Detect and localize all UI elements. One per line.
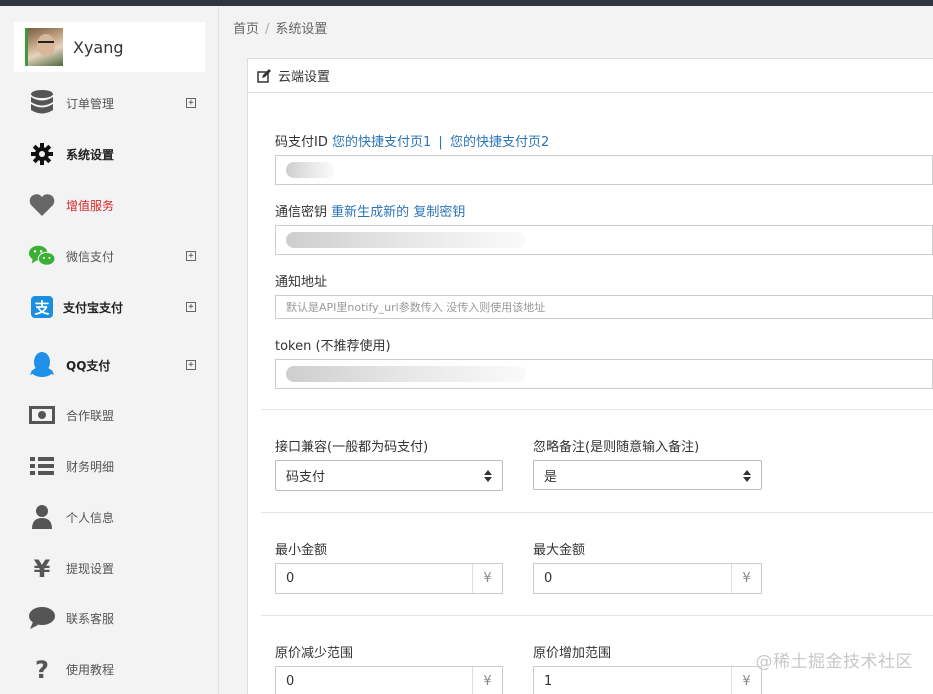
sidebar-item-label: 微信支付 [66,249,115,264]
sidebar-item-label: 支付宝支付 [63,300,124,315]
copy-secret-link[interactable]: 复制密钥 [413,205,465,220]
increase-range-value: 1 [544,674,553,689]
svg-text:?: ? [35,656,49,682]
sidebar-item-profile[interactable]: 个人信息 [0,492,219,542]
increase-range-label: 原价增加范围 [533,646,612,661]
notify-url-input[interactable]: 默认是API里notify_url参数传入 没传入则使用该地址 [275,295,933,319]
regenerate-secret-link[interactable]: 重新生成新的 [331,205,409,220]
sidebar-item-alliance[interactable]: 合作联盟 [0,390,219,440]
min-amount-input[interactable]: 0 ¥ [275,563,503,594]
edit-icon [257,68,271,83]
yen-icon: ¥ [28,554,56,582]
watermark: @稀土掘金技术社区 [755,652,913,672]
avatar [25,28,63,66]
sidebar-item-wechat-pay[interactable]: 微信支付 + [0,231,219,281]
redacted-value [286,162,334,178]
wechat-icon [28,242,56,270]
increase-range-input[interactable]: 1 ¥ [533,666,762,694]
sidebar-item-label: 提现设置 [66,561,115,576]
expand-icon[interactable]: + [186,302,196,312]
sidebar-item-label: 订单管理 [66,96,115,111]
breadcrumb-home[interactable]: 首页 [233,22,259,37]
ignore-note-select[interactable]: 是 [533,460,762,490]
ignore-note-select-value: 是 [544,469,558,485]
select-arrows-icon [743,470,751,482]
ignore-note-label: 忽略备注(是则随意输入备注) [533,440,700,455]
panel-title: 云端设置 [278,70,331,85]
secret-input[interactable] [275,225,933,255]
svg-text:支: 支 [33,299,50,317]
min-amount-value: 0 [286,571,295,586]
database-icon [28,89,56,117]
sidebar-item-label: 增值服务 [66,198,115,213]
divider [261,512,933,513]
max-amount-value: 0 [544,571,553,586]
yen-addon: ¥ [731,564,761,593]
user-card[interactable]: Xyang [14,22,205,72]
expand-icon[interactable]: + [186,251,196,261]
select-arrows-icon [484,470,492,482]
secret-label: 通信密钥 重新生成新的 复制密钥 [275,205,466,220]
user-name: Xyang [73,37,124,57]
compat-label: 接口兼容(一般都为码支付) [275,440,429,455]
panel-header: 云端设置 [248,59,933,93]
breadcrumb-separator: / [265,22,270,37]
sidebar-item-support[interactable]: 联系客服 [0,593,219,643]
sidebar-item-label: 财务明细 [66,459,115,474]
alipay-icon: 支 [28,293,56,321]
pay-id-input[interactable] [275,155,933,185]
heart-icon [28,191,56,219]
min-amount-label: 最小金额 [275,543,328,558]
yen-addon: ¥ [472,564,502,593]
qq-icon [28,351,56,379]
user-icon [28,503,56,531]
sidebar-item-qq-pay[interactable]: QQ支付 + [0,340,219,390]
sidebar-item-withdraw[interactable]: ¥ 提现设置 [0,543,219,593]
pay-id-label: 码支付ID 您的快捷支付页1 | 您的快捷支付页2 [275,135,550,150]
sidebar-item-label: 系统设置 [66,147,115,162]
chat-icon [28,604,56,632]
link-separator: | [438,135,443,150]
question-icon: ? [28,655,56,683]
sidebar-item-label: QQ支付 [66,358,111,373]
token-input[interactable] [275,359,933,389]
sidebar-item-tutorial[interactable]: ? 使用教程 [0,644,219,694]
gear-icon [28,140,56,168]
sidebar-item-label: 联系客服 [66,611,115,626]
sidebar-item-settings[interactable]: 系统设置 [0,129,219,179]
sidebar-item-finance[interactable]: 财务明细 [0,441,219,491]
max-amount-label: 最大金额 [533,543,586,558]
sidebar-item-label: 合作联盟 [66,408,115,423]
reduce-range-input[interactable]: 0 ¥ [275,666,503,694]
max-amount-input[interactable]: 0 ¥ [533,563,762,594]
expand-icon[interactable]: + [186,98,196,108]
token-label: token (不推荐使用) [275,339,391,354]
sidebar-item-label: 使用教程 [66,662,115,677]
compat-select[interactable]: 码支付 [275,460,503,491]
sidebar-item-orders[interactable]: 订单管理 + [0,78,219,128]
divider [261,409,933,410]
quick-pay-link-1[interactable]: 您的快捷支付页1 [332,135,431,150]
quick-pay-link-2[interactable]: 您的快捷支付页2 [450,135,549,150]
list-icon [28,452,56,480]
redacted-value [286,232,526,248]
redacted-value [286,366,526,382]
money-icon [28,401,56,429]
notify-label: 通知地址 [275,275,328,290]
expand-icon[interactable]: + [186,360,196,370]
sidebar-item-value-added[interactable]: 增值服务 [0,180,219,230]
reduce-range-value: 0 [286,674,295,689]
yen-addon: ¥ [472,667,502,694]
compat-select-value: 码支付 [286,470,326,485]
divider [261,615,933,616]
breadcrumb: 首页 / 系统设置 [233,18,327,37]
sidebar-item-alipay[interactable]: 支 支付宝支付 + [0,282,219,332]
breadcrumb-current: 系统设置 [275,22,328,37]
sidebar-item-label: 个人信息 [66,510,115,525]
reduce-range-label: 原价减少范围 [275,646,354,661]
svg-text:¥: ¥ [34,555,51,581]
